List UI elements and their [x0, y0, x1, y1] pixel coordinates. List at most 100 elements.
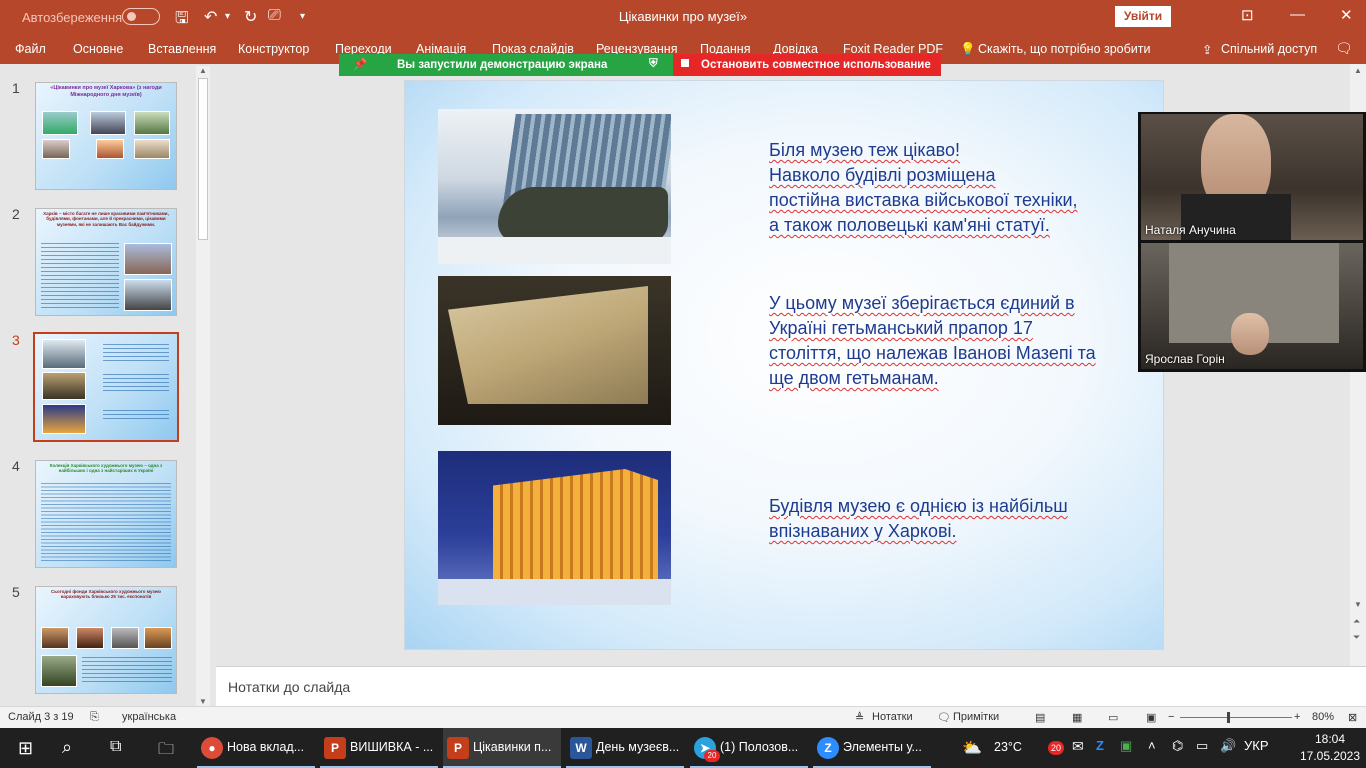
network-icon[interactable]: ⌬ — [1172, 738, 1183, 754]
thumbnail-text-block — [82, 657, 172, 685]
search-icon[interactable]: ⌕ — [62, 737, 72, 758]
zoom-level[interactable]: 80% — [1312, 711, 1334, 723]
show-hidden-icons[interactable]: ˄ — [1148, 738, 1156, 753]
language-indicator[interactable]: українська — [122, 711, 176, 723]
slide-text-block-2[interactable]: У цьому музеї зберігається єдиний в Укра… — [769, 291, 1096, 391]
scroll-up-icon[interactable]: ▲ — [1354, 66, 1362, 75]
zoom-in-icon[interactable]: + — [1294, 711, 1300, 723]
fit-to-window-icon[interactable]: ⊠ — [1348, 711, 1357, 724]
spellcheck-icon[interactable]: ⎘ — [90, 711, 99, 724]
next-slide-icon[interactable]: ⏷ — [1353, 632, 1360, 643]
slide-thumbnail-4[interactable]: Колекція Харківського художнього музею –… — [35, 460, 177, 568]
status-bar: Слайд 3 з 19 ⎘ українська ≜ Нотатки 🗨 Пр… — [0, 706, 1366, 728]
stop-icon — [681, 59, 689, 67]
slide-text-block-1[interactable]: Біля музею теж цікаво! Навколо будівлі р… — [769, 138, 1078, 238]
slide-text-block-3[interactable]: Будівля музею є однією із найбільш впізн… — [769, 494, 1068, 544]
video-tile[interactable]: Наталя Анучина — [1141, 114, 1363, 240]
current-slide[interactable]: Біля музею теж цікаво! Навколо будівлі р… — [404, 80, 1164, 650]
notes-pane[interactable]: Нотатки до слайда — [216, 666, 1366, 706]
thumbnail-image — [42, 404, 86, 434]
notes-toggle-button[interactable]: Нотатки — [872, 711, 913, 723]
share-status-text: Вы запустили демонстрацию экрана — [397, 59, 608, 71]
language-switch[interactable]: УКР — [1244, 738, 1269, 753]
scroll-up-icon[interactable]: ▲ — [199, 66, 207, 75]
windows-start-icon[interactable]: ⊞ — [18, 738, 33, 759]
pin-icon[interactable]: 📌 — [353, 57, 367, 71]
comments-icon[interactable]: 🗨 — [1335, 40, 1353, 57]
ribbon-display-icon[interactable]: ⊡ — [1241, 6, 1254, 24]
snow-ground — [438, 237, 671, 264]
word-icon: W — [570, 737, 592, 759]
thumbnail-title: «Цікавинки про музеї Харкова» (з нагоди … — [50, 85, 162, 98]
slide-text-line: а також половецькі кам'яні статуї. — [769, 215, 1050, 235]
taskbar-item-telegram[interactable]: ➤ 20 (1) Полозов... — [690, 728, 808, 768]
zoom-tray-icon[interactable]: Z — [1096, 738, 1104, 753]
close-icon[interactable]: ✕ — [1340, 6, 1353, 24]
scrollbar-thumb[interactable] — [198, 78, 208, 240]
slide-thumbnail-1[interactable]: «Цікавинки про музеї Харкова» (з нагоди … — [35, 82, 177, 190]
tray-icon[interactable]: ✉ — [1072, 738, 1084, 755]
comments-toggle-button[interactable]: Примітки — [953, 711, 999, 723]
clock-date[interactable]: 17.05.2023 — [1298, 749, 1362, 763]
normal-view-icon[interactable]: ▤ — [1035, 711, 1045, 724]
zoom-out-icon[interactable]: − — [1168, 711, 1174, 723]
chrome-icon: ● — [201, 737, 223, 759]
stop-sharing-button[interactable]: Остановить совместное использование — [673, 54, 941, 76]
clock-time[interactable]: 18:04 — [1302, 732, 1358, 746]
scroll-down-icon[interactable]: ▼ — [1354, 600, 1362, 609]
slide-sorter-icon[interactable]: ▦ — [1072, 711, 1082, 724]
slide-show-icon[interactable]: ▣ — [1146, 711, 1156, 724]
slide-text-line: Навколо будівлі розміщена — [769, 165, 996, 185]
thumbnail-text-block — [103, 344, 169, 362]
taskbar-item-word[interactable]: W День музеєв... — [566, 728, 684, 768]
tell-me-search[interactable]: Скажіть, що потрібно зробити — [978, 42, 1151, 56]
tank-museum-photo — [438, 109, 671, 264]
lightbulb-icon: 💡 — [960, 42, 976, 56]
reading-view-icon[interactable]: ▭ — [1108, 711, 1118, 724]
tray-icon[interactable]: ▣ — [1120, 738, 1132, 754]
taskbar-item-zoom[interactable]: Z Элементы у... — [813, 728, 931, 768]
volume-icon[interactable]: 🔊 — [1220, 738, 1236, 754]
powerpoint-icon: P — [324, 737, 346, 759]
taskbar-item-chrome[interactable]: ● Нова вклад... — [197, 728, 315, 768]
taskbar-item-label: Цікавинки п... — [473, 740, 552, 754]
slide-thumbnail-3[interactable] — [33, 332, 179, 442]
shield-icon: ⛨ — [649, 58, 658, 70]
thumbnail-title: Сьогодні фонди Харківського художнього м… — [51, 589, 161, 600]
slide-counter: Слайд 3 з 19 — [8, 711, 74, 723]
thumbnail-image — [134, 139, 170, 159]
tab-insert[interactable]: Вставлення — [148, 42, 216, 56]
previous-slide-icon[interactable]: ⏶ — [1353, 616, 1360, 627]
slide-thumbnail-5[interactable]: Сьогодні фонди Харківського художнього м… — [35, 586, 177, 694]
taskbar-item-powerpoint-1[interactable]: P ВИШИВКА - ... — [320, 728, 438, 768]
comments-icon[interactable]: 🗨 — [937, 711, 951, 724]
thumbnail-image — [41, 627, 69, 649]
tab-file[interactable]: Файл — [15, 42, 46, 56]
weather-icon[interactable]: ⛅ — [962, 738, 982, 758]
thumbnail-image — [42, 339, 86, 369]
tab-design[interactable]: Конструктор — [238, 42, 309, 56]
share-button[interactable]: Спільний доступ — [1221, 42, 1317, 56]
tab-home[interactable]: Основне — [73, 42, 123, 56]
notes-icon[interactable]: ≜ — [855, 711, 864, 724]
task-view-icon[interactable]: ⧉ — [110, 738, 121, 756]
minimize-icon[interactable]: — — [1290, 6, 1305, 23]
hetman-flag-photo — [438, 276, 671, 425]
slide-text-line: Біля музею теж цікаво! — [769, 140, 961, 160]
thumbnail-scrollbar[interactable]: ▲ ▼ — [196, 66, 210, 706]
file-explorer-icon[interactable]: 🗀 — [158, 738, 174, 765]
telegram-tray-badge[interactable]: 20 — [1048, 741, 1064, 755]
video-tile[interactable]: Ярослав Горін — [1141, 243, 1363, 369]
taskbar-item-powerpoint-2[interactable]: P Цікавинки п... — [443, 728, 561, 768]
temperature[interactable]: 23°C — [994, 740, 1022, 754]
slide-text-line: століття, що належав Іванові Мазепі та — [769, 343, 1096, 363]
slide-thumbnail-2[interactable]: Харків – місто багате не лише красивими … — [35, 208, 177, 316]
zoom-slider[interactable] — [1180, 712, 1292, 723]
sign-in-button[interactable]: Увійти — [1115, 6, 1171, 27]
battery-icon[interactable]: ▭ — [1196, 738, 1208, 754]
thumbnail-image — [41, 655, 77, 687]
scroll-down-icon[interactable]: ▼ — [199, 697, 207, 706]
windows-taskbar: ⊞ ⌕ ⧉ 🗀 ● Нова вклад... P ВИШИВКА - ... … — [0, 728, 1366, 768]
thumbnail-text-block — [41, 483, 171, 563]
slide-text-line: ще двом гетьманам. — [769, 368, 939, 388]
